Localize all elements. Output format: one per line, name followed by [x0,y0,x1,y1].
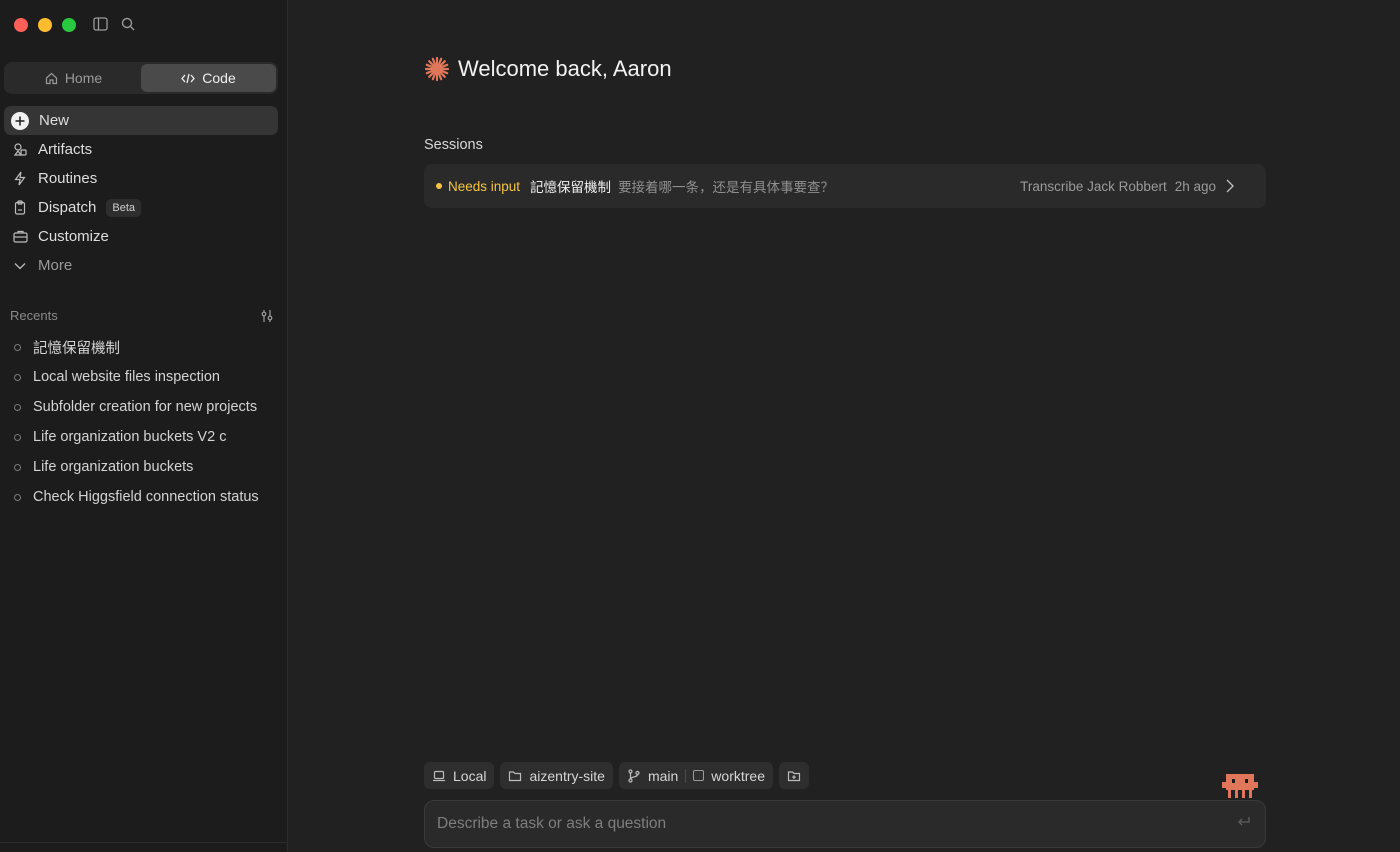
sidebar-item-label: More [38,257,73,274]
beta-badge: Beta [106,198,141,217]
recent-title: Local website files inspection [33,369,220,385]
prompt-box [424,800,1266,848]
prompt-input[interactable] [437,815,1237,833]
mode-switcher: Home Code [4,62,278,94]
recents-header: Recents [10,308,274,323]
session-status-icon [14,373,21,381]
sidebar-nav: New Artifacts Routines Dispatch Beta Cus… [4,106,278,280]
session-status: Needs input [448,178,521,194]
sidebar-item-dispatch[interactable]: Dispatch Beta [4,193,278,222]
session-title: 記憶保留機制 [530,180,612,195]
tab-code[interactable]: Code [141,64,276,92]
env-label: Local [453,767,487,784]
tab-home[interactable]: Home [6,64,141,92]
session-status-icon [14,433,21,441]
session-message: 要接着哪一条，还是有具体事要查？ [618,180,835,195]
recents-title: Recents [10,308,58,323]
recents-list: 記憶保留機制 Local website files inspection Su… [10,332,284,512]
new-folder-button[interactable] [778,762,809,789]
sparkle-logo-icon [424,56,450,82]
sidebar-item-label: Routines [38,170,98,187]
list-item[interactable]: Life organization buckets [10,452,284,482]
sidebar-item-artifacts[interactable]: Artifacts [4,135,278,164]
minimize-window-button[interactable] [38,18,52,32]
list-item[interactable]: Life organization buckets V2 c [10,422,284,452]
session-status-icon [14,493,21,501]
welcome-text: Welcome back, Aaron [458,56,672,81]
context-chips: Local aizentry-site main worktree [424,762,809,789]
recent-title: 記憶保留機制 [33,340,120,357]
session-status-icon [14,463,21,471]
branch-label: main [647,767,679,784]
env-chip[interactable]: Local [424,762,495,789]
sidebar-item-label: Customize [38,228,109,245]
plus-icon [11,111,29,130]
home-icon [45,72,57,84]
recent-title: Life organization buckets [33,459,194,475]
recent-title: Check Higgsfield connection status [33,489,259,505]
search-icon[interactable] [120,16,136,32]
folder-plus-icon [787,769,801,783]
recent-title: Life organization buckets V2 c [33,429,227,445]
git-branch-icon [627,768,641,783]
worktree-label: worktree [711,767,765,784]
list-item[interactable]: 記憶保留機制 [10,332,284,362]
session-row[interactable]: Needs input 記憶保留機制 要接着哪一条，还是有具体事要查？ Tran… [424,164,1266,208]
sidebar-item-more[interactable]: More [4,251,278,280]
tab-code-label: Code [202,70,236,86]
session-status-icon [14,343,21,351]
window-controls [14,18,76,32]
list-item[interactable]: Check Higgsfield connection status [10,482,284,512]
worktree-checkbox[interactable] [693,770,705,781]
sessions-title: Sessions [424,137,483,153]
chevron-down-icon [12,258,28,274]
sidebar-item-customize[interactable]: Customize [4,222,278,251]
clipboard-icon [12,200,28,216]
chevron-right-icon [1226,179,1254,193]
session-time: 2h ago [1174,178,1216,194]
session-status-icon [14,403,21,411]
briefcase-icon [12,229,28,245]
folder-label: aizentry-site [529,767,605,784]
folder-icon [508,769,522,783]
sidebar-toggle-icon[interactable] [92,16,108,32]
tab-home-label: Home [64,70,103,86]
code-icon [181,73,196,83]
filter-sliders-icon[interactable] [260,309,274,323]
recent-title: Subfolder creation for new projects [33,399,258,415]
sidebar-item-label: New [39,112,70,129]
sidebar-item-label: Artifacts [38,141,93,158]
sidebar: Home Code New Artifacts Routines Dispatc… [0,0,288,852]
sidebar-footer [0,842,287,852]
enter-icon[interactable] [1237,816,1253,832]
chip-divider [685,768,687,783]
maximize-window-button[interactable] [62,18,76,32]
sidebar-item-routines[interactable]: Routines [4,164,278,193]
artifacts-icon [12,142,28,158]
folder-chip[interactable]: aizentry-site [500,762,613,789]
sidebar-item-new[interactable]: New [4,106,278,135]
sidebar-item-label: Dispatch [38,199,97,216]
pixel-mascot-icon [1222,774,1258,798]
laptop-icon [432,769,446,783]
status-dot-icon [436,183,442,189]
window-toolbar [92,16,136,32]
bolt-icon [12,171,28,187]
welcome-heading: Welcome back, Aaron [424,56,672,82]
close-window-button[interactable] [14,18,28,32]
list-item[interactable]: Local website files inspection [10,362,284,392]
session-project: Transcribe Jack Robbert [1020,178,1167,194]
branch-chip[interactable]: main worktree [618,762,773,789]
list-item[interactable]: Subfolder creation for new projects [10,392,284,422]
